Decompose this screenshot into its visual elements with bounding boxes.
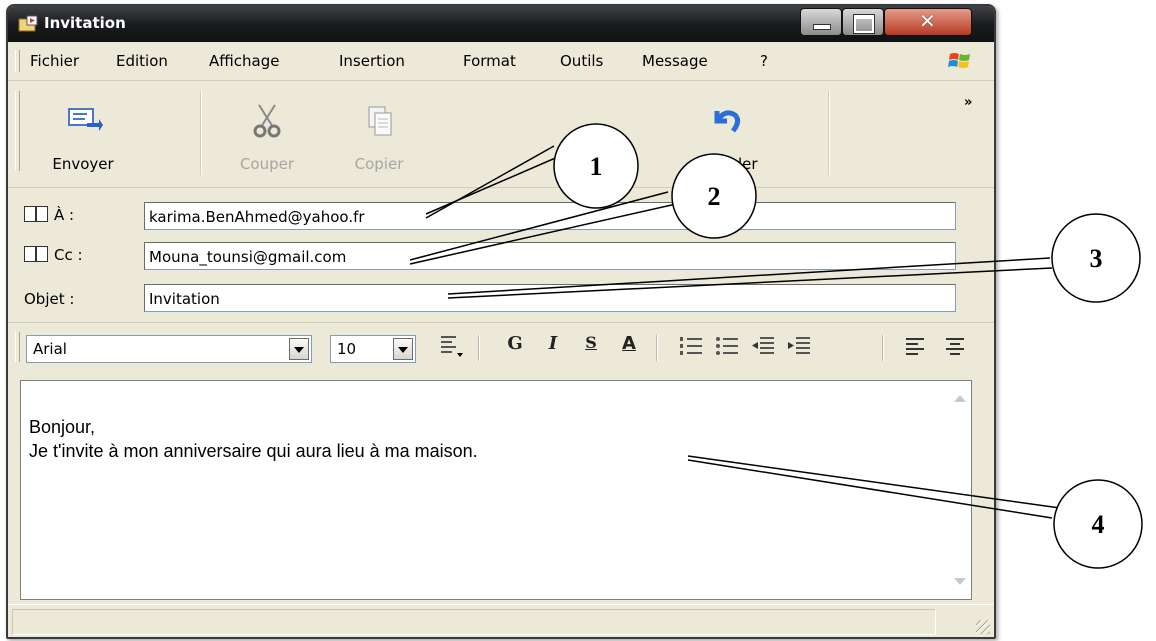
callout-4-label: 4 — [1092, 510, 1105, 539]
callout-1-label: 1 — [590, 152, 603, 181]
callout-overlay: 1 2 3 4 — [409, 123, 1143, 569]
callout-2-label: 2 — [708, 182, 721, 211]
callout-3-label: 3 — [1090, 244, 1103, 273]
